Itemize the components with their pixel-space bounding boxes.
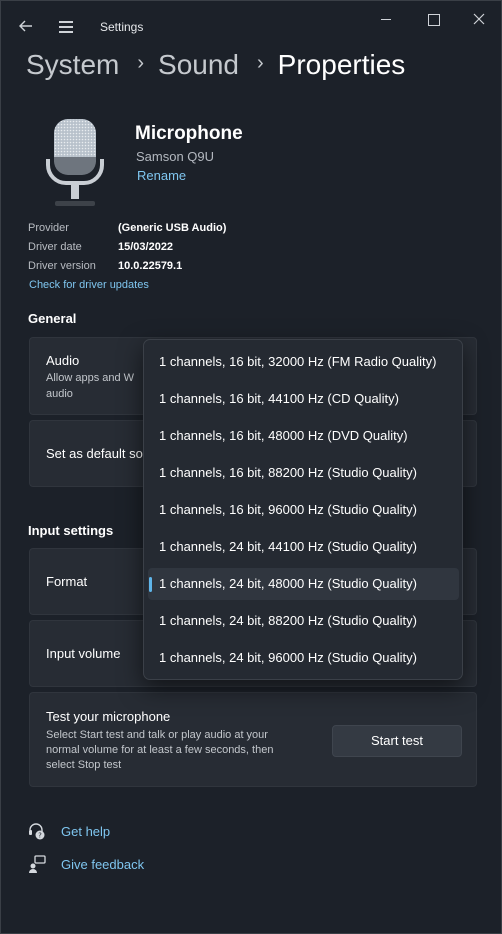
get-help-link[interactable]: Get help xyxy=(61,824,110,839)
driver-date-label: Driver date xyxy=(28,241,82,253)
settings-window: Settings System › Sound › Properties Mic… xyxy=(0,0,502,934)
default-device-label: Set as default so xyxy=(46,446,143,461)
input-settings-title: Input settings xyxy=(28,523,114,538)
breadcrumb-properties: Properties xyxy=(277,49,406,80)
device-name: Microphone xyxy=(135,123,243,144)
audio-title: Audio xyxy=(46,353,80,368)
maximize-button[interactable] xyxy=(418,9,448,29)
format-option[interactable]: 1 channels, 24 bit, 96000 Hz (Studio Qua… xyxy=(148,642,459,674)
format-option-label: 1 channels, 24 bit, 48000 Hz (Studio Qua… xyxy=(159,576,417,591)
get-help-row[interactable]: ? Get help xyxy=(28,822,110,840)
general-section-title: General xyxy=(28,311,77,326)
test-desc-2: normal volume for at least a few seconds… xyxy=(46,744,274,756)
driver-version-value: 10.0.22579.1 xyxy=(118,260,183,272)
chevron-right-icon: › xyxy=(257,51,264,74)
audio-sub-2: audio xyxy=(46,388,73,400)
test-title: Test your microphone xyxy=(46,709,171,724)
back-arrow-icon[interactable] xyxy=(15,15,37,37)
start-test-button[interactable]: Start test xyxy=(332,725,462,757)
test-desc-1: Select Start test and talk or play audio… xyxy=(46,729,268,741)
hamburger-icon[interactable] xyxy=(55,15,77,37)
format-label: Format xyxy=(46,574,88,589)
input-volume-label: Input volume xyxy=(46,646,121,661)
give-feedback-link[interactable]: Give feedback xyxy=(61,857,144,872)
format-dropdown: 1 channels, 16 bit, 32000 Hz (FM Radio Q… xyxy=(143,339,463,680)
window-title: Settings xyxy=(100,20,144,34)
help-icon: ? xyxy=(29,823,45,840)
format-option[interactable]: 1 channels, 24 bit, 88200 Hz (Studio Qua… xyxy=(148,605,459,637)
provider-value: (Generic USB Audio) xyxy=(118,222,227,234)
driver-date-value: 15/03/2022 xyxy=(118,241,174,253)
feedback-icon xyxy=(29,855,46,873)
give-feedback-row[interactable]: Give feedback xyxy=(28,855,144,873)
provider-label: Provider xyxy=(28,222,69,234)
title-bar: Settings xyxy=(1,1,501,51)
rename-link[interactable]: Rename xyxy=(137,168,186,183)
breadcrumb: System › Sound › Properties xyxy=(26,49,405,81)
format-option-selected[interactable]: 1 channels, 24 bit, 48000 Hz (Studio Qua… xyxy=(148,568,459,600)
driver-version-label: Driver version xyxy=(28,260,96,272)
minimize-button[interactable] xyxy=(371,9,401,29)
test-microphone-card: Test your microphone Select Start test a… xyxy=(29,692,477,787)
format-option[interactable]: 1 channels, 16 bit, 88200 Hz (Studio Qua… xyxy=(148,457,459,489)
breadcrumb-sound[interactable]: Sound xyxy=(158,49,239,81)
format-option[interactable]: 1 channels, 16 bit, 48000 Hz (DVD Qualit… xyxy=(148,420,459,452)
svg-text:?: ? xyxy=(38,832,42,840)
selected-indicator xyxy=(149,577,152,592)
check-driver-updates-link[interactable]: Check for driver updates xyxy=(29,279,149,291)
microphone-icon xyxy=(46,119,104,206)
test-desc-3: select Stop test xyxy=(46,759,122,771)
format-option[interactable]: 1 channels, 16 bit, 32000 Hz (FM Radio Q… xyxy=(148,346,459,378)
format-option[interactable]: 1 channels, 16 bit, 96000 Hz (Studio Qua… xyxy=(148,494,459,526)
format-option[interactable]: 1 channels, 24 bit, 44100 Hz (Studio Qua… xyxy=(148,531,459,563)
device-model: Samson Q9U xyxy=(136,149,215,164)
audio-sub-1: Allow apps and W xyxy=(46,372,135,384)
close-button[interactable] xyxy=(464,9,494,29)
format-option[interactable]: 1 channels, 16 bit, 44100 Hz (CD Quality… xyxy=(148,383,459,415)
chevron-right-icon: › xyxy=(137,51,145,74)
breadcrumb-system[interactable]: System xyxy=(26,49,119,81)
